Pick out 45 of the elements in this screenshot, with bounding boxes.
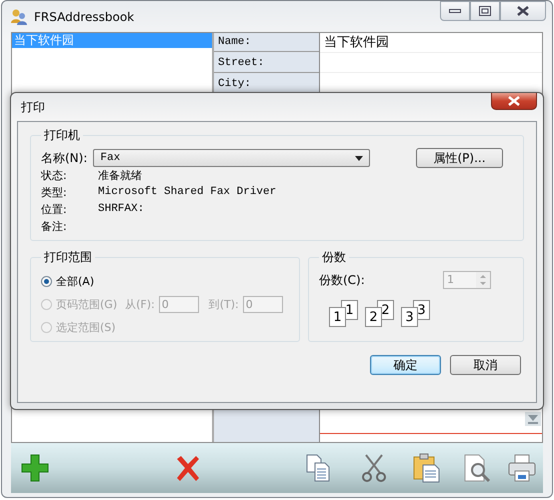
window-title: FRSAddressbook: [34, 10, 134, 24]
spinner-arrows-icon: [476, 272, 490, 288]
info-label: 状态:: [41, 168, 68, 183]
delete-icon[interactable]: [174, 454, 202, 482]
close-button[interactable]: [500, 1, 546, 21]
info-value: SHRFAX:: [98, 202, 146, 217]
people-icon: [10, 8, 28, 26]
paste-icon[interactable]: [413, 453, 441, 483]
copy-icon[interactable]: [306, 454, 332, 482]
group-title: 打印机: [43, 127, 81, 144]
dialog-button[interactable]: 确定: [370, 355, 441, 375]
info-label: 备注:: [41, 219, 68, 234]
page-number: 1: [329, 307, 346, 327]
print-preview-icon[interactable]: [463, 453, 493, 483]
dropdown-arrow-icon: [355, 156, 364, 160]
scissors-icon[interactable]: [362, 453, 386, 483]
scroll-down-icon[interactable]: [525, 412, 541, 426]
info-label: 类型:: [41, 185, 68, 200]
page-number: 3: [401, 307, 418, 327]
dialog-button[interactable]: 取消: [450, 355, 521, 375]
maximize-button[interactable]: [470, 1, 500, 21]
info-label: 位置:: [41, 202, 68, 217]
printer-icon[interactable]: [507, 453, 537, 483]
group-title: 份数: [321, 249, 347, 266]
info-value: Microsoft Shared Fax Driver: [98, 185, 278, 200]
field-label: 从(F):: [125, 297, 155, 312]
close-button[interactable]: [491, 93, 537, 110]
add-icon[interactable]: [20, 453, 50, 483]
radio-button[interactable]: [41, 276, 52, 287]
radio-label[interactable]: 全部(A): [56, 274, 94, 289]
field-label: 到(T):: [208, 297, 239, 312]
close-icon: [517, 6, 529, 16]
dialog-title: 打印: [21, 98, 45, 116]
minimize-button[interactable]: [440, 1, 470, 21]
field-value[interactable]: 当下软件园: [320, 33, 542, 53]
info-value: 准备就绪: [98, 168, 143, 183]
maximize-icon: [479, 6, 491, 16]
field-label: 份数(C):: [319, 272, 365, 288]
printer-dropdown[interactable]: Fax: [93, 149, 370, 167]
minimize-icon: [449, 8, 461, 14]
properties-button[interactable]: 属性(P)...: [416, 148, 503, 168]
field-label: 名称(N):: [41, 150, 88, 166]
close-icon: [508, 96, 520, 106]
page-number: 2: [365, 307, 382, 327]
group-title: 打印范围: [43, 249, 93, 266]
